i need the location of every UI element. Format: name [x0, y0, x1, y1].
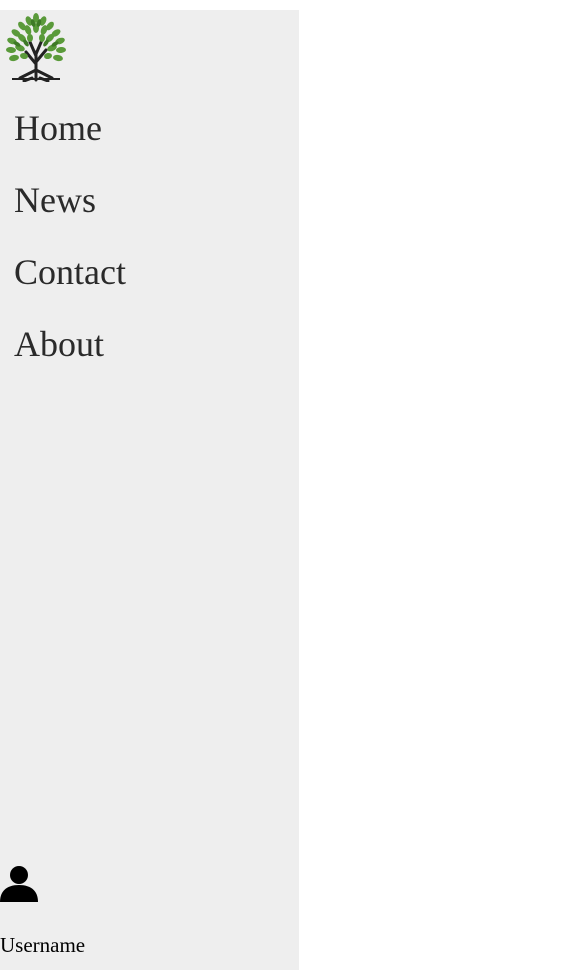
username-label: Username: [0, 933, 86, 957]
nav-item-about[interactable]: About: [14, 316, 126, 388]
user-profile[interactable]: Username: [0, 860, 299, 970]
nav-item-news[interactable]: News: [14, 172, 126, 244]
main-nav: Home News Contact About: [14, 100, 126, 388]
nav-item-home[interactable]: Home: [14, 100, 126, 172]
nav-item-contact[interactable]: Contact: [14, 244, 126, 316]
tree-logo-icon[interactable]: [2, 12, 70, 82]
sidebar: Home News Contact About Username: [0, 10, 299, 970]
user-icon: [0, 866, 38, 902]
